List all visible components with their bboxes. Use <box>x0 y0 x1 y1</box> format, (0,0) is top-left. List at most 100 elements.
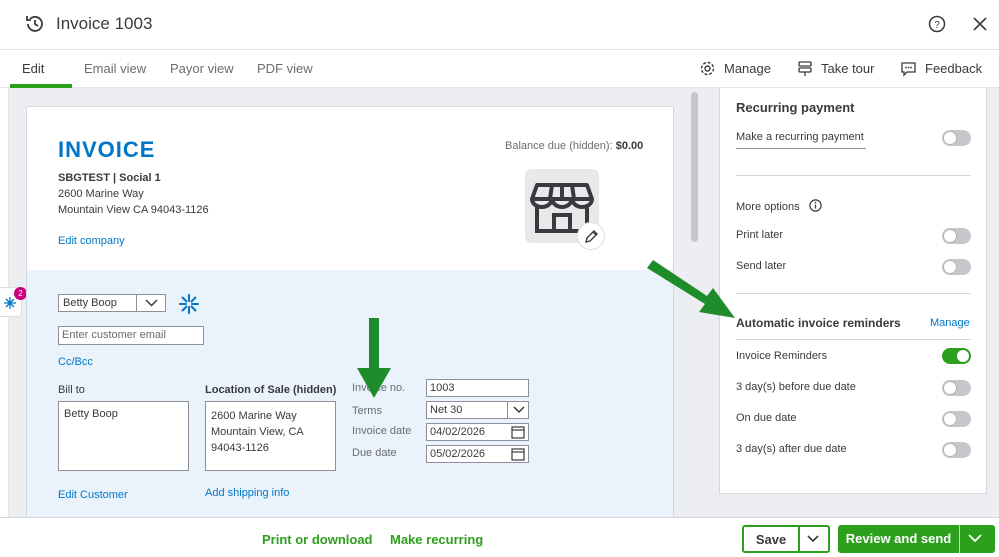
before-due-toggle[interactable] <box>942 380 971 396</box>
chevron-down-icon[interactable] <box>806 533 820 545</box>
manage-label: Manage <box>724 61 771 76</box>
toggle-knob <box>943 131 957 145</box>
gear-icon <box>700 61 715 76</box>
calendar-icon <box>511 426 525 439</box>
send-later-label: Send later <box>736 260 787 272</box>
more-options-label: More options <box>736 201 800 213</box>
take-tour-label: Take tour <box>821 61 875 76</box>
review-and-send-button[interactable]: Review and send <box>838 525 995 553</box>
review-and-send-label: Review and send <box>845 531 952 546</box>
bill-to-label: Bill to <box>58 384 85 396</box>
edit-company-link[interactable]: Edit company <box>58 235 125 247</box>
annotation-arrow-diagonal <box>647 260 735 318</box>
company-address-line2: Mountain View CA 94043-1126 <box>58 204 209 216</box>
chat-bubble-icon <box>901 62 916 77</box>
annotation-arrow-down <box>357 318 391 398</box>
recurring-payment-underline <box>736 148 866 149</box>
sparkle-icon[interactable] <box>178 293 200 315</box>
tab-pdf-view[interactable]: PDF view <box>257 61 313 76</box>
location-of-sale-label: Location of Sale (hidden) <box>205 384 337 396</box>
info-icon[interactable] <box>808 199 822 212</box>
print-or-download-button[interactable]: Print or download <box>262 532 373 547</box>
chevron-down-icon <box>513 406 525 414</box>
review-send-separator <box>959 525 960 553</box>
reminders-manage-link[interactable]: Manage <box>930 317 970 329</box>
toggle-knob <box>943 229 957 243</box>
invoice-reminders-toggle[interactable] <box>942 348 971 364</box>
divider <box>736 339 971 340</box>
send-later-toggle[interactable] <box>942 259 971 275</box>
location-line3: 94043-1126 <box>211 442 269 454</box>
automatic-reminders-title: Automatic invoice reminders <box>736 316 901 330</box>
customer-email-input[interactable]: Enter customer email <box>58 326 204 345</box>
edit-logo-button[interactable] <box>577 222 605 250</box>
calendar-icon <box>511 448 525 461</box>
invoice-form: INVOICE SBGTEST | Social 1 2600 Marine W… <box>26 106 674 518</box>
save-button[interactable]: Save <box>742 525 830 553</box>
company-address-line1: 2600 Marine Way <box>58 188 144 200</box>
balance-label: Balance due (hidden): <box>505 140 613 152</box>
add-shipping-link[interactable]: Add shipping info <box>205 487 289 499</box>
invoice-no-input[interactable]: 1003 <box>426 379 529 397</box>
due-date-picker[interactable] <box>507 445 529 463</box>
make-recurring-button[interactable]: Make recurring <box>390 532 483 547</box>
toggle-knob <box>943 443 957 457</box>
toggle-knob <box>956 349 970 363</box>
chevron-down-icon <box>145 299 158 307</box>
invoice-date-label: Invoice date <box>352 425 412 437</box>
divider <box>736 293 971 294</box>
history-icon[interactable] <box>24 13 46 35</box>
manage-button[interactable]: Manage <box>699 60 771 77</box>
recurring-payment-title: Recurring payment <box>736 100 855 115</box>
toggle-knob <box>943 260 957 274</box>
close-icon[interactable] <box>972 16 988 32</box>
tab-edit[interactable]: Edit <box>22 61 44 76</box>
pencil-icon <box>585 230 598 243</box>
on-due-label: On due date <box>736 412 797 424</box>
edit-customer-link[interactable]: Edit Customer <box>58 489 128 501</box>
page-title: Invoice 1003 <box>56 14 153 33</box>
help-icon[interactable]: ? <box>928 15 946 33</box>
terms-dropdown-toggle[interactable] <box>507 401 529 419</box>
print-later-toggle[interactable] <box>942 228 971 244</box>
view-tabs: Edit Email view Payor view PDF view Mana… <box>0 51 999 88</box>
company-name: SBGTEST | Social 1 <box>58 172 161 184</box>
divider <box>736 175 971 176</box>
chevron-down-icon[interactable] <box>967 532 983 544</box>
bill-to-field[interactable]: Betty Boop <box>58 401 189 471</box>
location-of-sale-field[interactable]: 2600 Marine Way Mountain View, CA 94043-… <box>205 401 336 471</box>
save-label: Save <box>755 532 787 547</box>
location-line2: Mountain View, CA <box>211 426 304 438</box>
cc-bcc-link[interactable]: Cc/Bcc <box>58 356 93 368</box>
invoice-heading: INVOICE <box>58 137 156 162</box>
scrollbar[interactable] <box>691 92 698 242</box>
recurring-payment-toggle[interactable] <box>942 130 971 146</box>
toggle-knob <box>943 381 957 395</box>
after-due-label: 3 day(s) after due date <box>736 443 847 455</box>
after-due-toggle[interactable] <box>942 442 971 458</box>
toggle-knob <box>943 412 957 426</box>
terms-label: Terms <box>352 405 382 417</box>
invoice-header-section: INVOICE SBGTEST | Social 1 2600 Marine W… <box>27 107 673 270</box>
sparkle-icon <box>4 297 16 309</box>
print-later-label: Print later <box>736 229 784 241</box>
invoice-reminders-label: Invoice Reminders <box>736 350 828 362</box>
customer-dropdown-toggle[interactable] <box>136 294 166 312</box>
invoice-date-picker[interactable] <box>507 423 529 441</box>
signpost-icon <box>798 61 812 76</box>
on-due-toggle[interactable] <box>942 411 971 427</box>
tab-payor-view[interactable]: Payor view <box>170 61 234 76</box>
balance-value: $0.00 <box>615 140 644 152</box>
location-line1: 2600 Marine Way <box>211 410 297 422</box>
take-tour-button[interactable]: Take tour <box>797 60 874 77</box>
header: Invoice 1003 ? <box>0 0 999 50</box>
more-options-heading: More options <box>736 197 822 213</box>
svg-text:?: ? <box>934 20 940 31</box>
due-date-label: Due date <box>352 447 397 459</box>
tab-email-view[interactable]: Email view <box>84 61 146 76</box>
feedback-button[interactable]: Feedback <box>900 60 982 77</box>
save-separator <box>798 527 800 551</box>
feedback-label: Feedback <box>925 61 983 76</box>
before-due-label: 3 day(s) before due date <box>736 381 856 393</box>
balance-due: Balance due (hidden): $0.00 <box>505 140 643 152</box>
